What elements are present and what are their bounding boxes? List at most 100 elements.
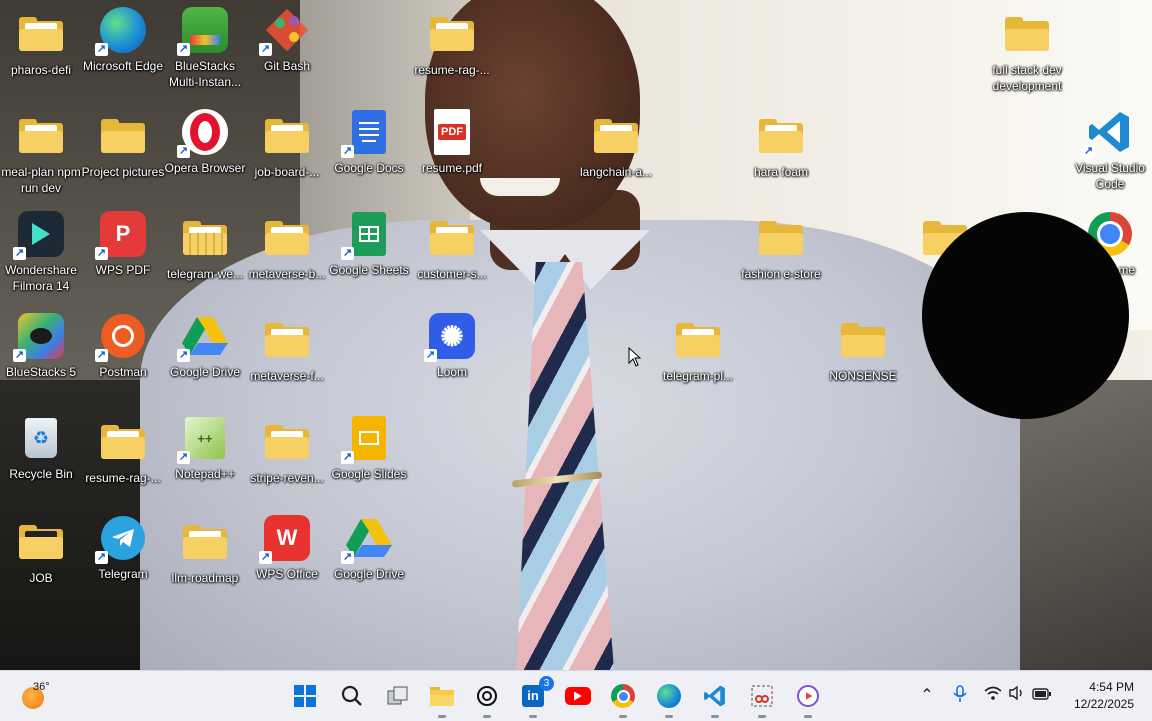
- desktop-icon-vscode[interactable]: ↗ Visual Studio Code: [1070, 106, 1150, 206]
- pdf-file-icon: PDF: [434, 109, 470, 155]
- battery-icon[interactable]: [1031, 685, 1053, 707]
- search-button[interactable]: [339, 683, 365, 709]
- snipping-tool-icon: [751, 685, 773, 707]
- desktop-icon-notepad-plus[interactable]: ++ ↗ Notepad++: [165, 412, 245, 512]
- system-clock[interactable]: 4:54 PM 12/22/2025: [1074, 679, 1134, 713]
- task-view-icon: [387, 686, 408, 705]
- youtube-button[interactable]: [565, 683, 591, 709]
- desktop-icon-microsoft-edge[interactable]: ↗ Microsoft Edge: [83, 4, 163, 104]
- zip-folder-icon: [183, 221, 227, 255]
- desktop-icon-full-stack-dev[interactable]: full stack dev development: [987, 8, 1067, 108]
- desktop-icon-postman[interactable]: ↗ Postman: [83, 310, 163, 410]
- folder-icon: [430, 17, 474, 51]
- google-slides-icon: [352, 416, 386, 460]
- folder-icon: [101, 119, 145, 153]
- folder-icon: [1005, 17, 1049, 51]
- desktop-icon-google-slides[interactable]: ↗ Google Slides: [329, 412, 409, 512]
- desktop-icon-google-drive-2[interactable]: ↗ Google Drive: [329, 512, 409, 612]
- edge-button[interactable]: [656, 683, 682, 718]
- desktop-icon-langchain[interactable]: langchain-a...: [576, 110, 656, 210]
- folder-icon: [265, 323, 309, 357]
- taskbar: 36° in 3 ⌃ 4:54 PM 12/22/2025: [0, 670, 1152, 721]
- windows-logo-icon: [294, 685, 316, 707]
- clock-time: 4:54 PM: [1089, 680, 1134, 694]
- folder-icon: [430, 221, 474, 255]
- desktop-icon-resume-pdf[interactable]: PDF resume.pdf: [412, 106, 492, 206]
- wifi-icon[interactable]: [982, 685, 1004, 707]
- desktop-icon-telegram-we[interactable]: telegram-we...: [165, 212, 245, 312]
- folder-icon: [759, 119, 803, 153]
- desktop-icon-pharos-defi[interactable]: pharos-defi: [1, 8, 81, 108]
- folder-icon: [265, 221, 309, 255]
- google-docs-icon: [352, 110, 386, 154]
- desktop-icon-recycle-bin[interactable]: ♻ Recycle Bin: [1, 412, 81, 512]
- desktop-icon-resume-rag-2[interactable]: resume-rag-...: [83, 416, 163, 516]
- chrome-icon: [611, 684, 635, 708]
- chatgpt-button[interactable]: [474, 683, 500, 718]
- folder-icon: [759, 221, 803, 255]
- recycle-bin-icon: ♻: [25, 418, 57, 458]
- media-player-icon: [797, 685, 819, 707]
- search-icon: [341, 685, 362, 706]
- edge-icon: [657, 684, 681, 708]
- vscode-button[interactable]: [702, 683, 728, 718]
- desktop-icon-filmora[interactable]: ↗ Wondershare Filmora 14: [1, 208, 81, 308]
- desktop-icon-hara-foam[interactable]: hara foam: [741, 110, 821, 210]
- desktop-icon-job-board[interactable]: job-board-...: [247, 110, 327, 210]
- file-explorer-icon: [430, 687, 454, 706]
- mouse-cursor-icon: [628, 347, 642, 367]
- desktop-icon-job[interactable]: JOB: [1, 516, 81, 616]
- folder-icon: [676, 323, 720, 357]
- volume-icon[interactable]: [1006, 685, 1028, 707]
- desktop-icon-stripe-reven[interactable]: stripe-reven...: [247, 416, 327, 516]
- linkedin-button[interactable]: in 3: [520, 676, 554, 718]
- desktop-icon-customer-s[interactable]: customer-s...: [412, 212, 492, 312]
- folder-icon: [19, 119, 63, 153]
- webcam-bubble[interactable]: [922, 212, 1129, 419]
- chatgpt-icon: [477, 686, 497, 706]
- desktop-icon-metaverse-f[interactable]: metaverse-f...: [247, 314, 327, 414]
- notepad-plus-plus-icon: ++: [185, 417, 225, 459]
- desktop-icon-opera[interactable]: ↗ Opera Browser: [165, 106, 245, 206]
- desktop-icon-loom[interactable]: ✺ ↗ Loom: [412, 310, 492, 410]
- task-view-button[interactable]: [385, 683, 411, 709]
- google-sheets-icon: [352, 212, 386, 256]
- vscode-icon: [704, 685, 725, 707]
- desktop-icon-google-drive-1[interactable]: ↗ Google Drive: [165, 310, 245, 410]
- show-hidden-icons-chevron-icon[interactable]: ⌃: [916, 685, 938, 707]
- folder-icon: [183, 525, 227, 559]
- desktop-icon-bluestacks-5[interactable]: ↗ BlueStacks 5: [1, 310, 81, 410]
- desktop-icon-telegram-pl[interactable]: telegram-pl...: [658, 314, 738, 414]
- folder-icon: [101, 425, 145, 459]
- desktop-icon-google-sheets[interactable]: ↗ Google Sheets: [329, 208, 409, 308]
- folder-icon: [265, 425, 309, 459]
- notification-badge: 3: [539, 676, 554, 691]
- snipping-tool-button[interactable]: [749, 683, 775, 718]
- folder-icon: [841, 323, 885, 357]
- desktop-icon-wps-office[interactable]: W ↗ WPS Office: [247, 512, 327, 612]
- start-button[interactable]: [292, 683, 318, 709]
- folder-icon: [265, 119, 309, 153]
- desktop-icon-metaverse-b[interactable]: metaverse-b...: [247, 212, 327, 312]
- desktop-icon-meal-plan[interactable]: meal-plan npm run dev: [1, 110, 81, 210]
- clock-date: 12/22/2025: [1073, 697, 1134, 711]
- desktop-icon-nonsense[interactable]: NONSENSE: [823, 314, 903, 414]
- file-explorer-button[interactable]: [429, 683, 455, 718]
- desktop-icon-llm-roadmap[interactable]: llm-roadmap: [165, 516, 245, 616]
- desktop-icon-wps-pdf[interactable]: P ↗ WPS PDF: [83, 208, 163, 308]
- desktop-icon-telegram[interactable]: ↗ Telegram: [83, 512, 163, 612]
- youtube-icon: [565, 687, 591, 705]
- media-player-button[interactable]: [795, 683, 821, 718]
- folder-icon: [19, 17, 63, 51]
- desktop-icon-google-docs[interactable]: ↗ Google Docs: [329, 106, 409, 206]
- folder-icon: [19, 525, 63, 559]
- weather-widget[interactable]: 36°: [18, 681, 78, 711]
- desktop-icon-git-bash[interactable]: ↗ Git Bash: [247, 4, 327, 104]
- desktop-icon-project-pictures[interactable]: Project pictures: [82, 110, 164, 210]
- desktop-icon-fashion-e-store[interactable]: fashion e-store: [741, 212, 821, 312]
- desktop-icon-resume-rag-1[interactable]: resume-rag-...: [412, 8, 492, 108]
- chrome-button[interactable]: [610, 683, 636, 718]
- desktop-icon-bluestacks-multi[interactable]: ↗ BlueStacks Multi-Instan...: [165, 4, 245, 104]
- folder-icon: [594, 119, 638, 153]
- microphone-icon[interactable]: [949, 685, 971, 707]
